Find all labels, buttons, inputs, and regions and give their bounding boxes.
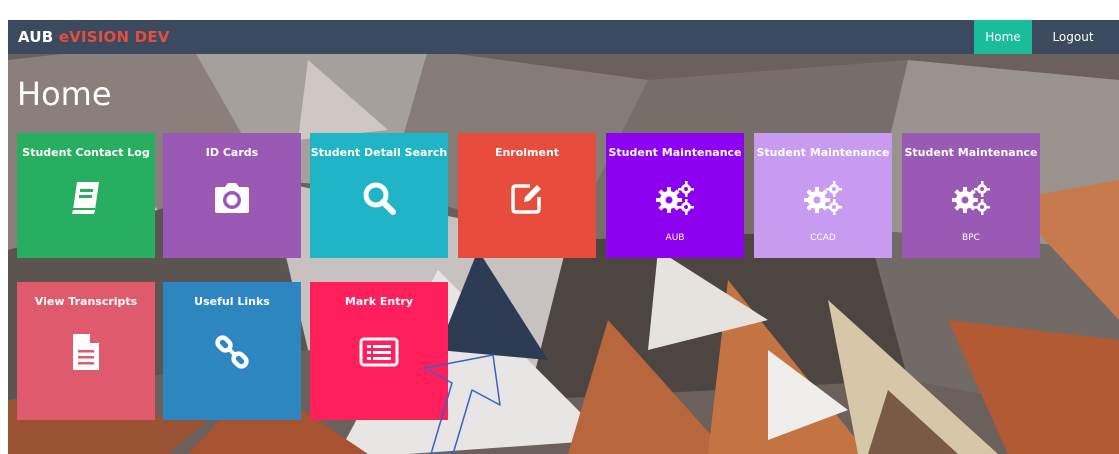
- tile-student-detail-search[interactable]: Student Detail Search: [310, 133, 448, 258]
- top-navbar: AUB eVISION DEV Home Logout: [8, 20, 1119, 54]
- nav-logout-button[interactable]: Logout: [1038, 20, 1108, 54]
- tile-student-maintenance-bpc[interactable]: Student Maintenance BPC: [902, 133, 1040, 258]
- tile-id-cards[interactable]: ID Cards: [163, 133, 301, 258]
- tile-label: Student Maintenance: [756, 146, 890, 159]
- book-icon: [17, 178, 155, 218]
- search-icon: [310, 178, 448, 218]
- screenshot-frame: AUB eVISION DEV Home Logout Home Student…: [0, 0, 1119, 454]
- list-card-icon: [310, 332, 448, 372]
- tile-label: Mark Entry: [344, 295, 414, 308]
- gears-icon: [902, 178, 1040, 218]
- tile-label: ID Cards: [205, 146, 259, 159]
- tile-sub: CCAD: [810, 233, 836, 243]
- page-title: Home: [17, 75, 112, 113]
- tile-label: Enrolment: [494, 146, 560, 159]
- tile-enrolment[interactable]: Enrolment: [458, 133, 596, 258]
- tile-student-contact-log[interactable]: Student Contact Log: [17, 133, 155, 258]
- tile-label: Student Detail Search: [310, 146, 448, 159]
- tile-useful-links[interactable]: Useful Links: [163, 282, 301, 420]
- gears-icon: [754, 178, 892, 218]
- tile-label: Useful Links: [194, 295, 270, 308]
- tile-label: Student Maintenance: [608, 146, 742, 159]
- tile-label: Student Maintenance: [904, 146, 1038, 159]
- tile-mark-entry[interactable]: Mark Entry: [310, 282, 448, 420]
- tile-sub: BPC: [962, 233, 980, 243]
- brand-logo[interactable]: AUB eVISION DEV: [18, 28, 170, 46]
- user-info: [915, 0, 1025, 18]
- tile-label: View Transcripts: [34, 295, 138, 308]
- nav-home-button[interactable]: Home: [974, 20, 1032, 54]
- camera-icon: [163, 178, 301, 218]
- tile-student-maintenance-ccad[interactable]: Student Maintenance CCAD: [754, 133, 892, 258]
- tile-label: Student Contact Log: [22, 146, 150, 159]
- gears-icon: [606, 178, 744, 218]
- tile-student-maintenance-aub[interactable]: Student Maintenance AUB: [606, 133, 744, 258]
- tile-sub: AUB: [665, 233, 685, 243]
- brand-primary: AUB: [18, 28, 54, 46]
- link-icon: [163, 332, 301, 372]
- tile-view-transcripts[interactable]: View Transcripts: [17, 282, 155, 420]
- date-info: [1045, 0, 1119, 18]
- edit-icon: [458, 178, 596, 218]
- brand-accent: eVISION DEV: [58, 28, 170, 46]
- document-icon: [17, 332, 155, 372]
